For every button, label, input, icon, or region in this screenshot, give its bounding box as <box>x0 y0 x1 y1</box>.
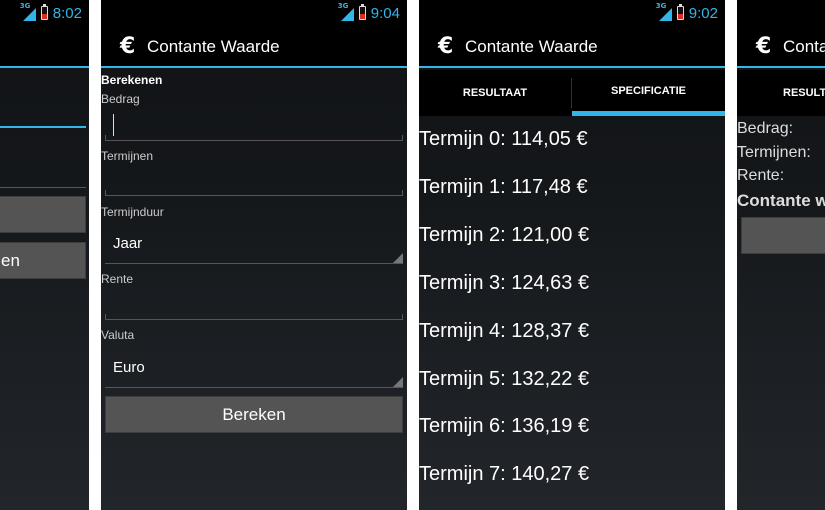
tab-resultaat[interactable]: RESULTAAT <box>419 70 571 116</box>
section-title: Berekenen <box>101 73 163 87</box>
action-button[interactable] <box>741 217 825 254</box>
battery-icon <box>358 4 366 20</box>
termijnduur-label: Termijnduur <box>101 205 164 219</box>
bedrag-field[interactable] <box>0 100 86 128</box>
app-title: Contante Waarde <box>147 37 280 56</box>
dropdown-corner-icon <box>393 253 403 263</box>
contante-waarde-label: Contante w <box>737 191 825 210</box>
signal-3g-icon: 3G <box>20 2 36 21</box>
action-bar: € Contante Waarde <box>419 25 725 68</box>
app-title: Conta <box>783 37 825 56</box>
termijnen-result-label: Termijnen: <box>737 144 811 161</box>
term-row: Termijn 4: 128,37 € <box>419 320 590 342</box>
status-bar <box>737 0 825 25</box>
euro-icon[interactable]: € <box>120 34 135 59</box>
clock: 8:02 <box>52 4 82 22</box>
action-bar: € Conta <box>737 25 825 68</box>
term-row: Termijn 2: 121,00 € <box>419 224 590 246</box>
signal-3g-icon: 3G <box>656 2 672 21</box>
clock: 9:04 <box>370 4 400 22</box>
euro-icon[interactable]: € <box>756 34 771 59</box>
tab-bar: RESULTAAT SPECIFICATIE <box>419 70 725 116</box>
valuta-label: Valuta <box>101 328 135 342</box>
battery-icon <box>40 4 48 20</box>
tab-specificatie[interactable]: SPECIFICATIE <box>572 70 725 116</box>
bereken-button[interactable]: Bereken <box>105 396 403 433</box>
secondary-button[interactable] <box>0 196 86 233</box>
status-bar: 3G 9:02 <box>419 0 725 25</box>
app-title: Contante Waarde <box>465 37 598 56</box>
tab-resultaat[interactable]: RESULTA <box>783 70 825 116</box>
dropdown-corner-icon <box>393 377 403 387</box>
screen-2: 3G 9:04 € Contante Waarde Berekenen Bedr… <box>101 0 407 510</box>
term-row: Termijn 1: 117,48 € <box>419 176 588 198</box>
bedrag-result-label: Bedrag: <box>737 120 794 137</box>
screen-1: 3G 8:02 en <box>0 0 89 510</box>
tab-bar: RESULTA <box>737 70 825 116</box>
signal-3g-icon: 3G <box>338 2 354 21</box>
status-bar: 3G 8:02 <box>0 0 89 25</box>
termijnen-field[interactable] <box>0 160 86 188</box>
screen-4: € Conta RESULTA Bedrag: Termijnen: Rente… <box>737 0 825 510</box>
status-bar: 3G 9:04 <box>101 0 407 25</box>
text-cursor <box>113 114 114 136</box>
termijnduur-select[interactable]: Jaar <box>105 224 403 264</box>
term-row: Termijn 5: 132,22 € <box>419 368 590 390</box>
primary-button[interactable]: en <box>0 242 86 279</box>
euro-icon[interactable]: € <box>438 34 453 59</box>
battery-icon <box>676 4 684 20</box>
rente-result-label: Rente: <box>737 167 785 184</box>
term-row: Termijn 0: 114,05 € <box>419 128 588 150</box>
clock: 9:02 <box>688 4 718 22</box>
valuta-select[interactable]: Euro <box>105 348 403 388</box>
screen-3: 3G 9:02 € Contante Waarde RESULTAAT SPEC… <box>419 0 725 510</box>
bedrag-input[interactable] <box>105 101 403 141</box>
rente-input[interactable] <box>105 280 403 320</box>
term-row: Termijn 7: 140,27 € <box>419 463 590 485</box>
term-row: Termijn 6: 136,19 € <box>419 415 590 437</box>
action-bar: € Contante Waarde <box>101 25 407 68</box>
term-row: Termijn 3: 124,63 € <box>419 272 590 294</box>
action-bar <box>0 25 89 68</box>
termijnen-input[interactable] <box>105 156 403 196</box>
